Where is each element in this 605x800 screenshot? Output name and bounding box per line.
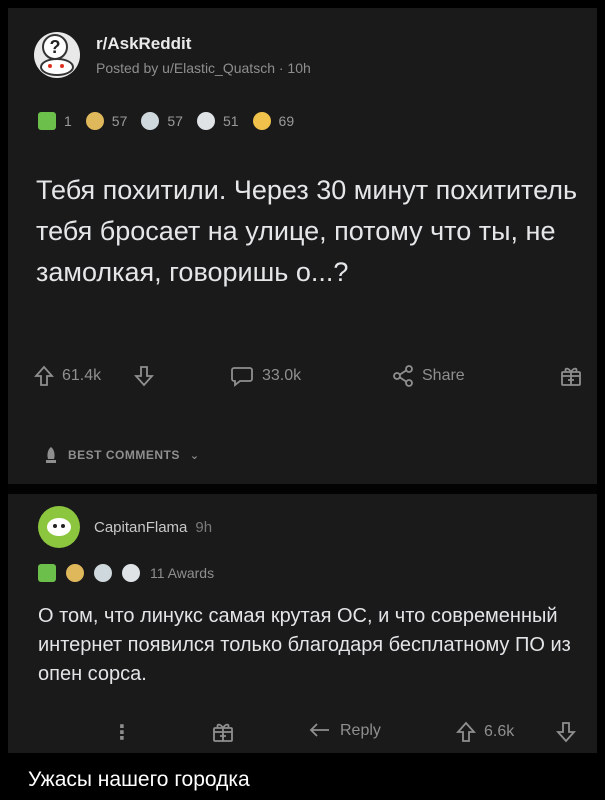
gift-icon [213,723,233,742]
award-count: 57 [111,113,128,129]
rocket-sort-icon [46,447,56,463]
rocket-award-icon [38,112,56,130]
comment-bubble-icon [231,367,253,387]
post-awards[interactable]: 1 57 57 51 69 [38,112,300,130]
post-header: ? r/AskReddit Posted by u/Elastic_Quatsc… [34,32,311,78]
upvote-arrow-icon[interactable] [34,365,54,387]
comment-awards[interactable]: 11 Awards [38,564,214,582]
downvote-arrow-icon[interactable] [134,365,154,387]
upvote-button[interactable]: 61.4k [34,365,101,387]
post-meta: r/AskReddit Posted by u/Elastic_Quatsch … [96,34,311,76]
downvote-button[interactable] [134,365,154,387]
downvote-arrow-icon[interactable] [556,721,576,743]
comment-upvote-button[interactable]: 6.6k [456,721,514,743]
comment-author[interactable]: CapitanFlama [94,519,187,536]
reply-button[interactable]: Reply [308,721,381,741]
comment-downvote-button[interactable] [556,721,576,743]
posted-by: Posted by u/Elastic_Quatsch · 10h [96,60,311,76]
subreddit-avatar[interactable]: ? [34,32,80,78]
award-item: 51 [196,112,239,130]
comment-action-bar: ⋮ Reply 6.6k [8,712,597,752]
award-item: 57 [141,112,183,130]
rocket-award-icon [38,564,56,582]
subreddit-name[interactable]: r/AskReddit [96,34,311,54]
upvote-count: 61.4k [62,367,102,384]
comment-award-button[interactable] [212,721,234,743]
gift-icon [561,367,581,386]
wholesome-award-icon [85,112,104,130]
award-count: 1 [64,113,72,129]
helpful-award-icon [141,112,160,130]
award-button[interactable] [560,365,582,387]
silver-award-icon [122,564,140,582]
award-item: 1 [38,112,72,130]
comments-count: 33.0k [262,367,302,384]
award-item: 57 [85,112,128,130]
comment-sort-dropdown[interactable]: BEST COMMENTS ⌄ [42,446,200,464]
share-button[interactable]: Share [392,365,465,387]
comment-header: CapitanFlama 9h [38,506,212,548]
reply-arrow-icon [309,723,329,737]
share-icon [393,365,413,387]
section-divider [8,484,597,494]
share-label: Share [422,367,465,384]
awards-label: 11 Awards [150,565,215,581]
laughing-award-icon [252,112,271,130]
more-options-icon[interactable]: ⋮ [112,720,132,745]
award-count: 69 [278,113,295,129]
award-count: 57 [167,113,183,129]
upvote-arrow-icon[interactable] [456,721,476,743]
post-title[interactable]: Тебя похитили. Через 30 минут похититель… [36,170,596,293]
reddit-screenshot: ? r/AskReddit Posted by u/Elastic_Quatsc… [8,8,597,753]
helpful-award-icon [94,564,112,582]
comment-time: 9h [195,518,213,536]
comment-vote-count: 6.6k [484,723,515,740]
sort-label: BEST COMMENTS [68,448,180,462]
post-action-bar: 61.4k 33.0k Share [34,360,582,392]
chevron-down-icon: ⌄ [189,449,200,462]
comment-body: О том, что линукс самая крутая ОС, и что… [38,605,571,685]
meme-caption: Ужасы нашего городка [28,768,250,791]
award-count: 51 [222,113,239,129]
reply-label: Reply [340,722,381,739]
comments-button[interactable]: 33.0k [230,365,301,387]
wholesome-award-icon [66,564,84,582]
award-item: 69 [252,112,295,130]
silver-award-icon [196,112,215,130]
avatar[interactable] [38,506,80,548]
